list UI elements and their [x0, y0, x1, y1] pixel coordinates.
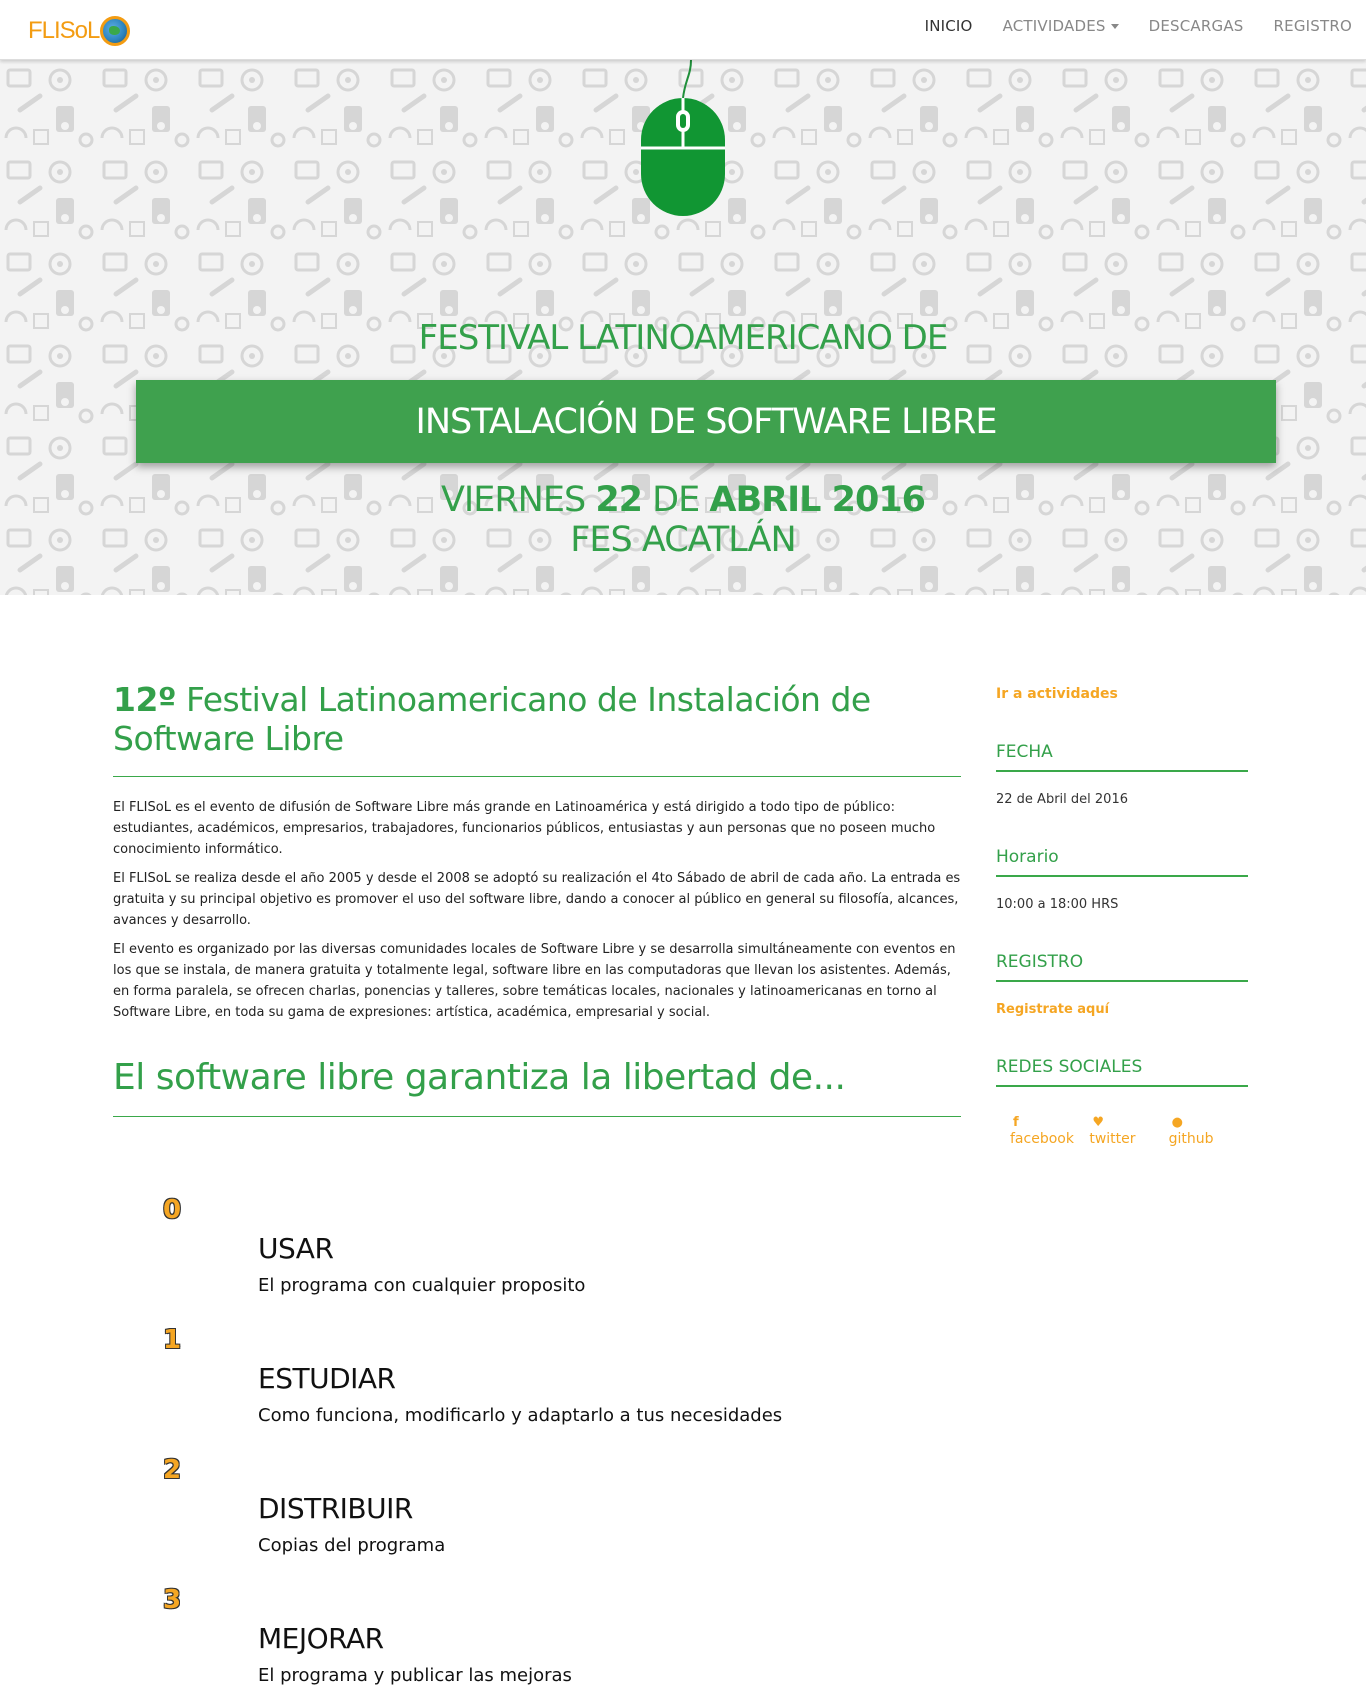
intro-paragraph-2: El FLISoL se realiza desde el año 2005 y… — [113, 871, 961, 928]
activities-link[interactable]: Ir a actividades — [996, 686, 1248, 702]
nav-registro[interactable]: REGISTRO — [1274, 17, 1352, 35]
main-content: 12º Festival Latinoamericano de Instalac… — [113, 680, 961, 1137]
twitter-icon: ♥ — [1092, 1115, 1104, 1130]
hero-event-date: VIERNES 22 DE ABRIL 2016 FES ACATLÁN — [0, 480, 1366, 560]
intro-paragraph-3: El evento es organizado por las diversas… — [113, 942, 956, 1020]
freedom-title: ESTUDIAR — [258, 1362, 396, 1395]
freedoms-divider — [113, 1116, 961, 1117]
freedom-title: USAR — [258, 1232, 334, 1265]
twitter-link[interactable]: ♥ twitter — [1089, 1115, 1168, 1147]
freedom-title: DISTRIBUIR — [258, 1492, 413, 1525]
caret-down-icon — [1110, 24, 1119, 29]
freedom-number: 2 — [163, 1455, 182, 1485]
sidebar-heading-registro: REGISTRO — [996, 952, 1248, 982]
main-nav: INICIO ACTIVIDADES DESCARGAS REGISTRO — [895, 0, 1352, 52]
twitter-label: twitter — [1089, 1131, 1136, 1147]
freedom-number: 0 — [163, 1195, 182, 1225]
globe-icon — [100, 16, 131, 46]
event-date-value: 22 de Abril del 2016 — [996, 792, 1128, 807]
sidebar: Ir a actividades FECHA 22 de Abril del 2… — [996, 686, 1248, 1147]
sidebar-heading-horario: Horario — [996, 847, 1248, 877]
hero-band-text: INSTALACIÓN DE SOFTWARE LIBRE — [415, 401, 998, 442]
facebook-link[interactable]: f facebook — [1010, 1115, 1089, 1147]
facebook-label: facebook — [1010, 1131, 1074, 1147]
nav-actividades-label: ACTIVIDADES — [1002, 17, 1106, 35]
brand-name: FLISoL — [28, 17, 100, 44]
intro-paragraph-1: El FLISoL es el evento de difusión de So… — [113, 800, 936, 857]
hero-date-mid: DE — [652, 480, 700, 520]
freedom-description: El programa con cualquier proposito — [258, 1275, 586, 1296]
freedom-item: 1 ESTUDIAR Como funciona, modificarlo y … — [113, 1325, 961, 1455]
facebook-icon: f — [1013, 1115, 1019, 1130]
freedom-item: 0 USAR El programa con cualquier proposi… — [113, 1195, 961, 1325]
freedom-item: 2 DISTRIBUIR Copias del programa — [113, 1455, 961, 1585]
hero-date-month-year: ABRIL 2016 — [709, 480, 926, 520]
hero-date-prefix: VIERNES — [440, 480, 586, 520]
freedoms-heading: El software libre garantiza la libertad … — [113, 1057, 846, 1098]
page-title-text: Festival Latinoamericano de Instalación … — [113, 680, 871, 758]
hero-date-line: VIERNES 22 DE ABRIL 2016 — [0, 480, 1366, 520]
sidebar-heading-fecha: FECHA — [996, 742, 1248, 772]
register-link[interactable]: Registrate aquí — [996, 1002, 1248, 1017]
sidebar-heading-redes: REDES SOCIALES — [996, 1057, 1248, 1087]
mouse-icon — [641, 60, 725, 216]
title-divider — [113, 776, 961, 777]
hero-venue: FES ACATLÁN — [570, 520, 796, 560]
hero-banner: FESTIVAL LATINOAMERICANO DE INSTALACIÓN … — [0, 60, 1366, 595]
freedom-description: El programa y publicar las mejoras — [258, 1665, 572, 1686]
freedoms-list: 0 USAR El programa con cualquier proposi… — [113, 1195, 961, 1701]
freedom-number: 1 — [163, 1325, 182, 1355]
event-hours-value: 10:00 a 18:00 HRS — [996, 897, 1119, 912]
freedom-description: Como funciona, modificarlo y adaptarlo a… — [258, 1405, 783, 1426]
social-links: f facebook ♥ twitter ● github — [996, 1115, 1248, 1147]
hero-green-band: INSTALACIÓN DE SOFTWARE LIBRE — [136, 380, 1276, 463]
freedom-number: 3 — [163, 1585, 182, 1615]
brand-logo[interactable]: FLISoL — [28, 16, 131, 46]
page-title: 12º Festival Latinoamericano de Instalac… — [113, 680, 961, 758]
github-icon: ● — [1171, 1115, 1183, 1130]
github-label: github — [1168, 1131, 1214, 1147]
nav-descargas[interactable]: DESCARGAS — [1149, 17, 1244, 35]
hero-date-day: 22 — [595, 480, 643, 520]
nav-actividades[interactable]: ACTIVIDADES — [1003, 17, 1119, 35]
freedom-title: MEJORAR — [258, 1622, 384, 1655]
freedom-description: Copias del programa — [258, 1535, 446, 1556]
hero-title-line1: FESTIVAL LATINOAMERICANO DE — [418, 318, 949, 358]
top-navbar: FLISoL INICIO ACTIVIDADES DESCARGAS REGI… — [0, 0, 1366, 60]
github-link[interactable]: ● github — [1169, 1115, 1248, 1147]
edition-number: 12º — [113, 680, 177, 719]
freedom-item: 3 MEJORAR El programa y publicar las mej… — [113, 1585, 961, 1701]
nav-inicio[interactable]: INICIO — [925, 17, 973, 35]
